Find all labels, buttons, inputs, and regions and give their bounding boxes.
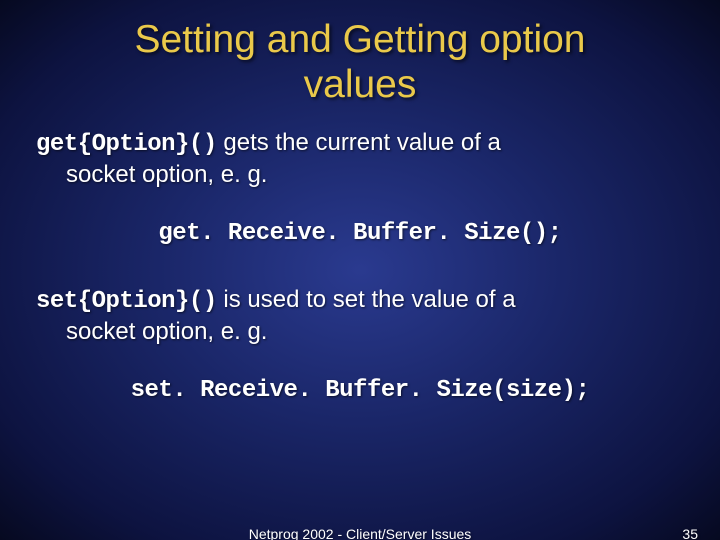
code-get-example: get. Receive. Buffer. Size(); (30, 220, 690, 247)
page-number: 35 (682, 526, 698, 540)
para-get-rest: gets the current value of a (217, 129, 501, 156)
para-get-line2: socket option, e. g. (36, 160, 690, 190)
code-set-example: set. Receive. Buffer. Size(size); (30, 377, 690, 404)
get-option-code: get{Option}() (36, 131, 217, 158)
title-line-2: values (304, 63, 417, 106)
title-line-1: Setting and Getting option (135, 18, 586, 61)
para-set: set{Option}() is used to set the value o… (30, 285, 690, 347)
para-set-line2: socket option, e. g. (36, 317, 690, 347)
para-get: get{Option}() gets the current value of … (30, 128, 690, 190)
slide-title: Setting and Getting option values (30, 18, 690, 108)
para-set-rest: is used to set the value of a (217, 286, 516, 313)
footer-text: Netprog 2002 - Client/Server Issues (0, 526, 720, 540)
set-option-code: set{Option}() (36, 288, 217, 315)
slide: Setting and Getting option values get{Op… (0, 0, 720, 540)
